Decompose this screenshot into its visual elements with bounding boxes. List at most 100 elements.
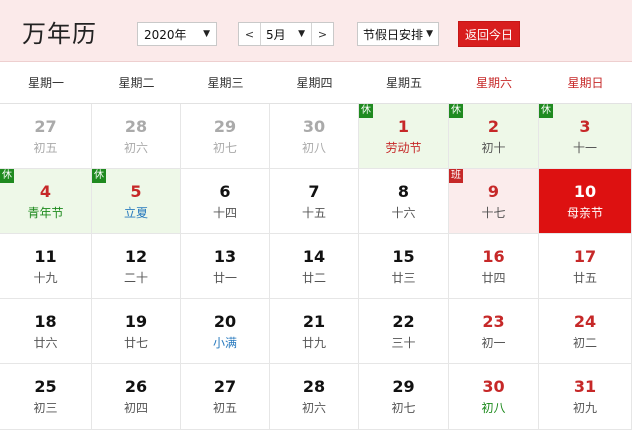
day-cell[interactable]: 13 廿一 bbox=[181, 234, 270, 299]
day-number: 15 bbox=[392, 246, 415, 266]
day-cell[interactable]: 21 廿九 bbox=[270, 299, 359, 364]
day-number: 25 bbox=[34, 377, 57, 396]
holiday-rest-badge: 休 bbox=[539, 104, 553, 118]
holiday-rest-badge: 休 bbox=[92, 169, 106, 183]
day-number: 19 bbox=[124, 311, 148, 331]
day-cell[interactable]: 14 廿二 bbox=[270, 234, 359, 299]
weekday-label: 星期五 bbox=[385, 76, 422, 90]
holiday-rest-badge: 休 bbox=[0, 169, 14, 183]
calendar-day-grid: 27 初五 28 初六 29 初七 30 初八休 1 劳动节休 2 初十休 3 十一休 4 青年节休 5 立夏 6 十… bbox=[0, 104, 632, 430]
day-number: 6 bbox=[219, 181, 231, 201]
day-number: 7 bbox=[308, 181, 320, 201]
day-number: 30 bbox=[302, 116, 326, 136]
day-cell[interactable]: 29 初七 bbox=[181, 104, 270, 169]
lunar-date: 初七 bbox=[391, 401, 416, 415]
lunar-date: 初九 bbox=[572, 401, 597, 415]
day-cell[interactable]: 休 3 十一 bbox=[539, 104, 632, 169]
weekday-header-row: 星期一 星期二 星期三 星期四 星期五 星期六 星期日 bbox=[0, 62, 632, 104]
day-cell[interactable]: 27 初五 bbox=[181, 364, 270, 430]
prev-month-button[interactable]: < bbox=[239, 23, 261, 45]
lunar-date: 十九 bbox=[33, 270, 58, 285]
day-cell[interactable]: 19 廿七 bbox=[92, 299, 181, 364]
day-cell[interactable]: 23 初一 bbox=[449, 299, 539, 364]
day-cell[interactable]: 休 4 青年节 bbox=[0, 169, 92, 234]
day-number: 5 bbox=[130, 181, 142, 201]
day-number: 20 bbox=[213, 311, 237, 331]
day-cell[interactable]: 16 廿四 bbox=[449, 234, 539, 299]
lunar-date: 廿四 bbox=[481, 270, 506, 285]
day-cell[interactable]: 29 初七 bbox=[359, 364, 449, 430]
year-select[interactable]: 2020年 ▼ bbox=[137, 22, 217, 46]
day-cell[interactable]: 休 1 劳动节 bbox=[359, 104, 449, 169]
day-cell[interactable]: 30 初八 bbox=[449, 364, 539, 430]
day-number: 2 bbox=[487, 116, 500, 136]
lunar-date: 初三 bbox=[33, 401, 58, 415]
holiday-schedule-select[interactable]: 节假日安排 ▼ bbox=[357, 22, 439, 46]
lunar-date: 廿六 bbox=[33, 335, 58, 350]
day-number: 28 bbox=[302, 377, 326, 396]
chevron-down-icon: ▼ bbox=[203, 29, 210, 39]
day-number: 27 bbox=[213, 377, 237, 396]
day-cell[interactable]: 8 十六 bbox=[359, 169, 449, 234]
day-number: 4 bbox=[39, 181, 52, 201]
day-cell[interactable]: 25 初三 bbox=[0, 364, 92, 430]
day-number: 14 bbox=[302, 246, 326, 266]
calendar-widget: 万年历 2020年 ▼ < 5月 ▼ > 节假日安排 ▼ 返回今日 星期一 星期二… bbox=[0, 0, 632, 430]
day-cell[interactable]: 20 小满 bbox=[181, 299, 270, 364]
lunar-date: 十七 bbox=[481, 205, 506, 220]
lunar-date: 小满 bbox=[212, 335, 237, 350]
day-cell[interactable]: 休 2 初十 bbox=[449, 104, 539, 169]
back-to-today-button[interactable]: 返回今日 bbox=[458, 21, 520, 47]
day-cell[interactable]: 30 初八 bbox=[270, 104, 359, 169]
day-number: 21 bbox=[302, 311, 326, 331]
lunar-date: 廿二 bbox=[301, 270, 326, 285]
month-select-value: 5月 bbox=[266, 27, 286, 42]
day-cell[interactable]: 7 十五 bbox=[270, 169, 359, 234]
weekday-label: 星期四 bbox=[296, 76, 333, 90]
day-cell[interactable]: 27 初五 bbox=[0, 104, 92, 169]
lunar-date: 初五 bbox=[212, 401, 237, 415]
day-cell[interactable]: 26 初四 bbox=[92, 364, 181, 430]
lunar-date: 初一 bbox=[481, 335, 506, 350]
month-select[interactable]: 5月 ▼ bbox=[261, 26, 311, 43]
lunar-date: 初五 bbox=[33, 140, 58, 155]
lunar-date: 三十 bbox=[391, 335, 416, 350]
day-number: 22 bbox=[392, 311, 415, 331]
lunar-date: 初四 bbox=[123, 401, 148, 415]
day-cell[interactable]: 31 初九 bbox=[539, 364, 632, 430]
lunar-date: 十四 bbox=[212, 205, 237, 220]
month-navigator: < 5月 ▼ > bbox=[238, 22, 334, 46]
day-cell[interactable]: 12 二十 bbox=[92, 234, 181, 299]
day-cell[interactable]: 15 廿三 bbox=[359, 234, 449, 299]
lunar-date: 青年节 bbox=[27, 205, 64, 220]
day-cell[interactable]: 28 初六 bbox=[270, 364, 359, 430]
day-cell-today[interactable]: 10 母亲节 bbox=[539, 169, 632, 234]
holiday-rest-badge: 休 bbox=[449, 104, 463, 118]
day-cell[interactable]: 班 9 十七 bbox=[449, 169, 539, 234]
lunar-date: 初八 bbox=[481, 401, 506, 415]
day-cell[interactable]: 24 初二 bbox=[539, 299, 632, 364]
lunar-date: 初二 bbox=[572, 335, 597, 350]
day-number: 9 bbox=[487, 181, 500, 201]
chevron-down-icon: ▼ bbox=[426, 29, 433, 39]
day-cell[interactable]: 22 三十 bbox=[359, 299, 449, 364]
day-cell[interactable]: 11 十九 bbox=[0, 234, 92, 299]
lunar-date: 初八 bbox=[301, 140, 326, 155]
day-number: 17 bbox=[573, 246, 597, 266]
lunar-date: 廿九 bbox=[301, 335, 326, 350]
weekday-label: 星期三 bbox=[207, 76, 244, 90]
day-number: 28 bbox=[124, 116, 148, 136]
day-cell[interactable]: 28 初六 bbox=[92, 104, 181, 169]
day-cell[interactable]: 17 廿五 bbox=[539, 234, 632, 299]
lunar-date: 初十 bbox=[481, 140, 506, 155]
day-cell[interactable]: 18 廿六 bbox=[0, 299, 92, 364]
day-number: 31 bbox=[573, 377, 597, 396]
day-cell[interactable]: 6 十四 bbox=[181, 169, 270, 234]
year-select-value: 2020年 bbox=[144, 27, 187, 42]
day-number: 3 bbox=[579, 116, 591, 136]
day-cell[interactable]: 休 5 立夏 bbox=[92, 169, 181, 234]
workday-badge: 班 bbox=[449, 169, 463, 183]
next-month-button[interactable]: > bbox=[311, 23, 333, 45]
lunar-date: 廿一 bbox=[212, 270, 237, 285]
lunar-date: 初六 bbox=[301, 401, 326, 415]
